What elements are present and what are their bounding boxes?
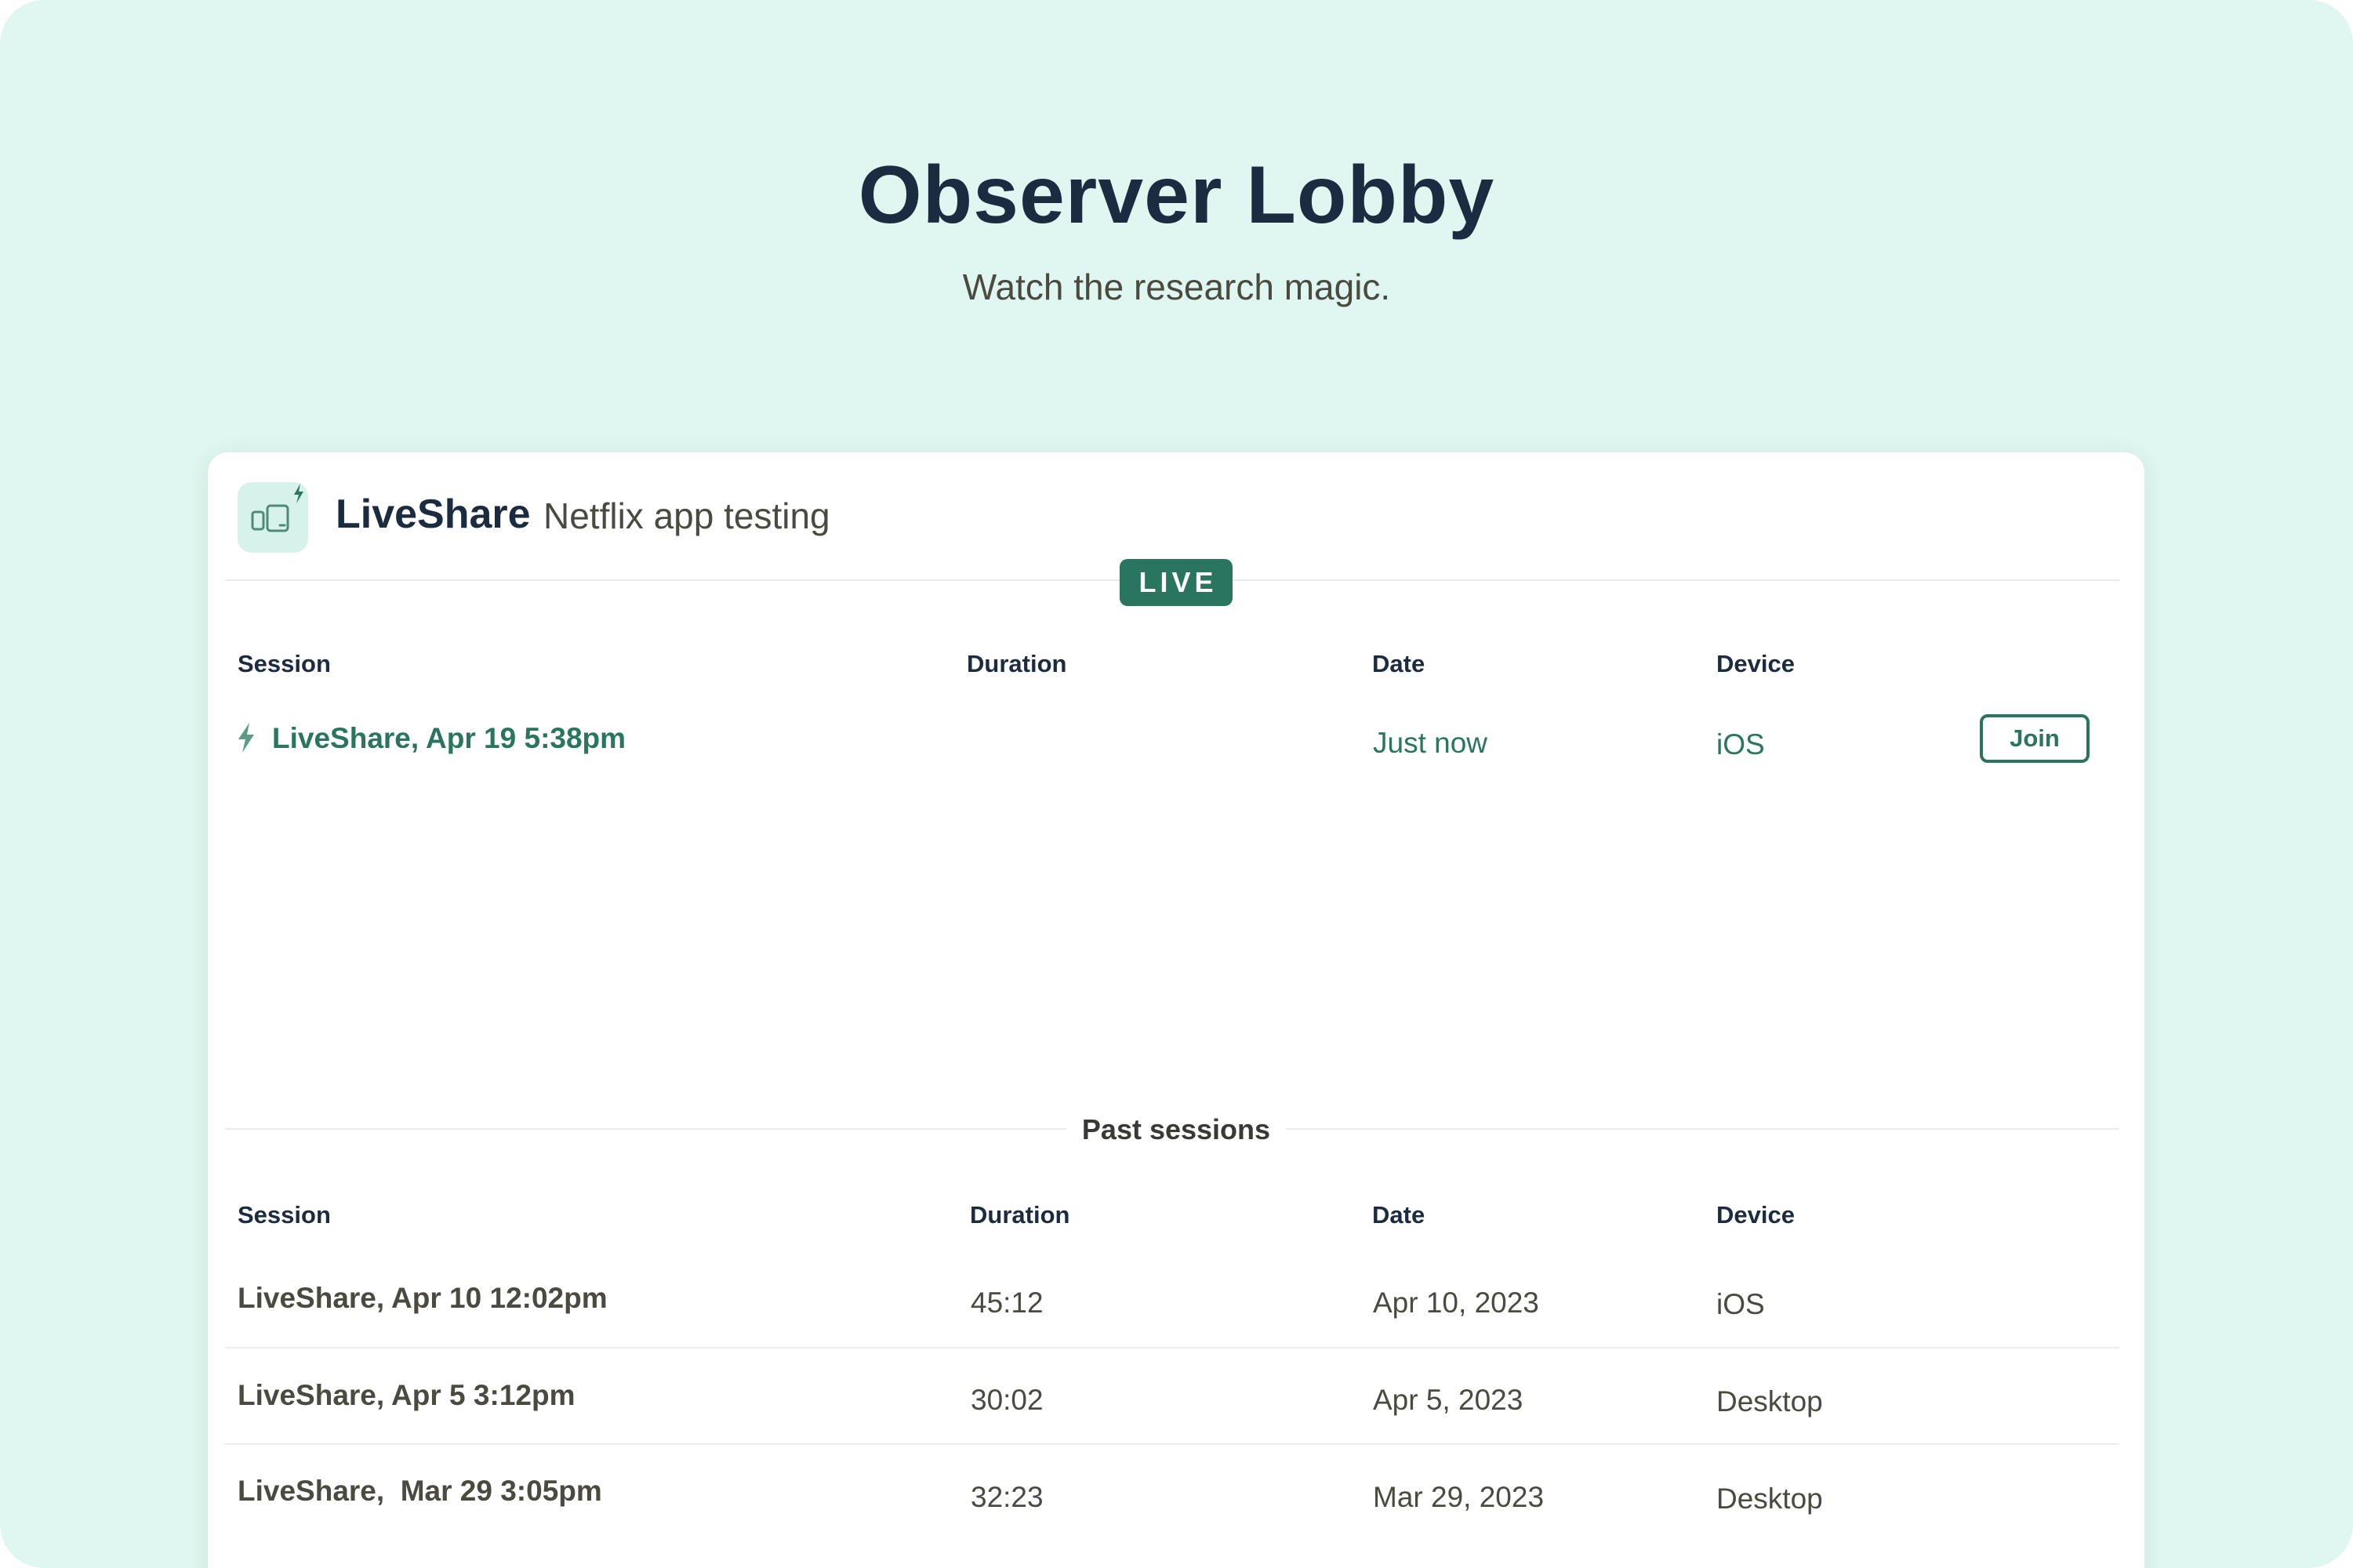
join-button[interactable]: Join (1980, 714, 2090, 763)
live-badge: LIVE (1120, 559, 1233, 606)
past-sessions-label-text: Past sessions (1066, 1113, 1287, 1145)
live-col-device: Device (1716, 650, 1795, 677)
page-subtitle: Watch the research magic. (962, 267, 1391, 307)
devices-lightning-icon (238, 482, 308, 553)
past-session-duration: 32:23 (971, 1481, 1044, 1513)
past-col-duration: Duration (970, 1201, 1070, 1229)
past-session-date: Mar 29, 2023 (1373, 1481, 1545, 1513)
past-col-session: Session (238, 1201, 331, 1229)
live-col-session: Session (238, 650, 331, 677)
live-session-name[interactable]: LiveShare, Apr 19 5:38pm (272, 719, 626, 758)
live-col-date: Date (1372, 650, 1425, 677)
project-name: LiveShare (336, 492, 531, 537)
past-session-device: Desktop (1716, 1385, 1823, 1417)
past-session-device: iOS (1716, 1288, 1765, 1320)
row-divider (225, 1443, 2119, 1445)
past-col-date: Date (1372, 1201, 1425, 1229)
past-session-name[interactable]: LiveShare, Mar 29 3:05pm (238, 1472, 602, 1511)
live-session-date: Just now (1373, 727, 1488, 759)
past-session-name[interactable]: LiveShare, Apr 5 3:12pm (238, 1376, 575, 1415)
past-session-device: Desktop (1716, 1483, 1823, 1515)
project-card: LiveShare Netflix app testing LIVE Sessi… (208, 452, 2144, 1568)
row-divider (225, 1347, 2119, 1348)
past-col-device: Device (1716, 1201, 1795, 1229)
live-col-duration: Duration (967, 650, 1067, 677)
project-description: Netflix app testing (543, 495, 830, 536)
past-session-duration: 45:12 (971, 1287, 1044, 1319)
past-session-date: Apr 5, 2023 (1373, 1384, 1523, 1416)
past-session-name[interactable]: LiveShare, Apr 10 12:02pm (238, 1279, 608, 1318)
past-session-duration: 30:02 (971, 1384, 1044, 1416)
page-title: Observer Lobby (858, 150, 1495, 241)
lightning-bolt-icon (238, 723, 254, 753)
lobby-page: Observer Lobby Watch the research magic.… (0, 0, 2353, 1568)
past-session-date: Apr 10, 2023 (1373, 1287, 1539, 1319)
past-sessions-label: Past sessions (208, 1112, 2144, 1147)
live-session-device: iOS (1716, 728, 1765, 760)
